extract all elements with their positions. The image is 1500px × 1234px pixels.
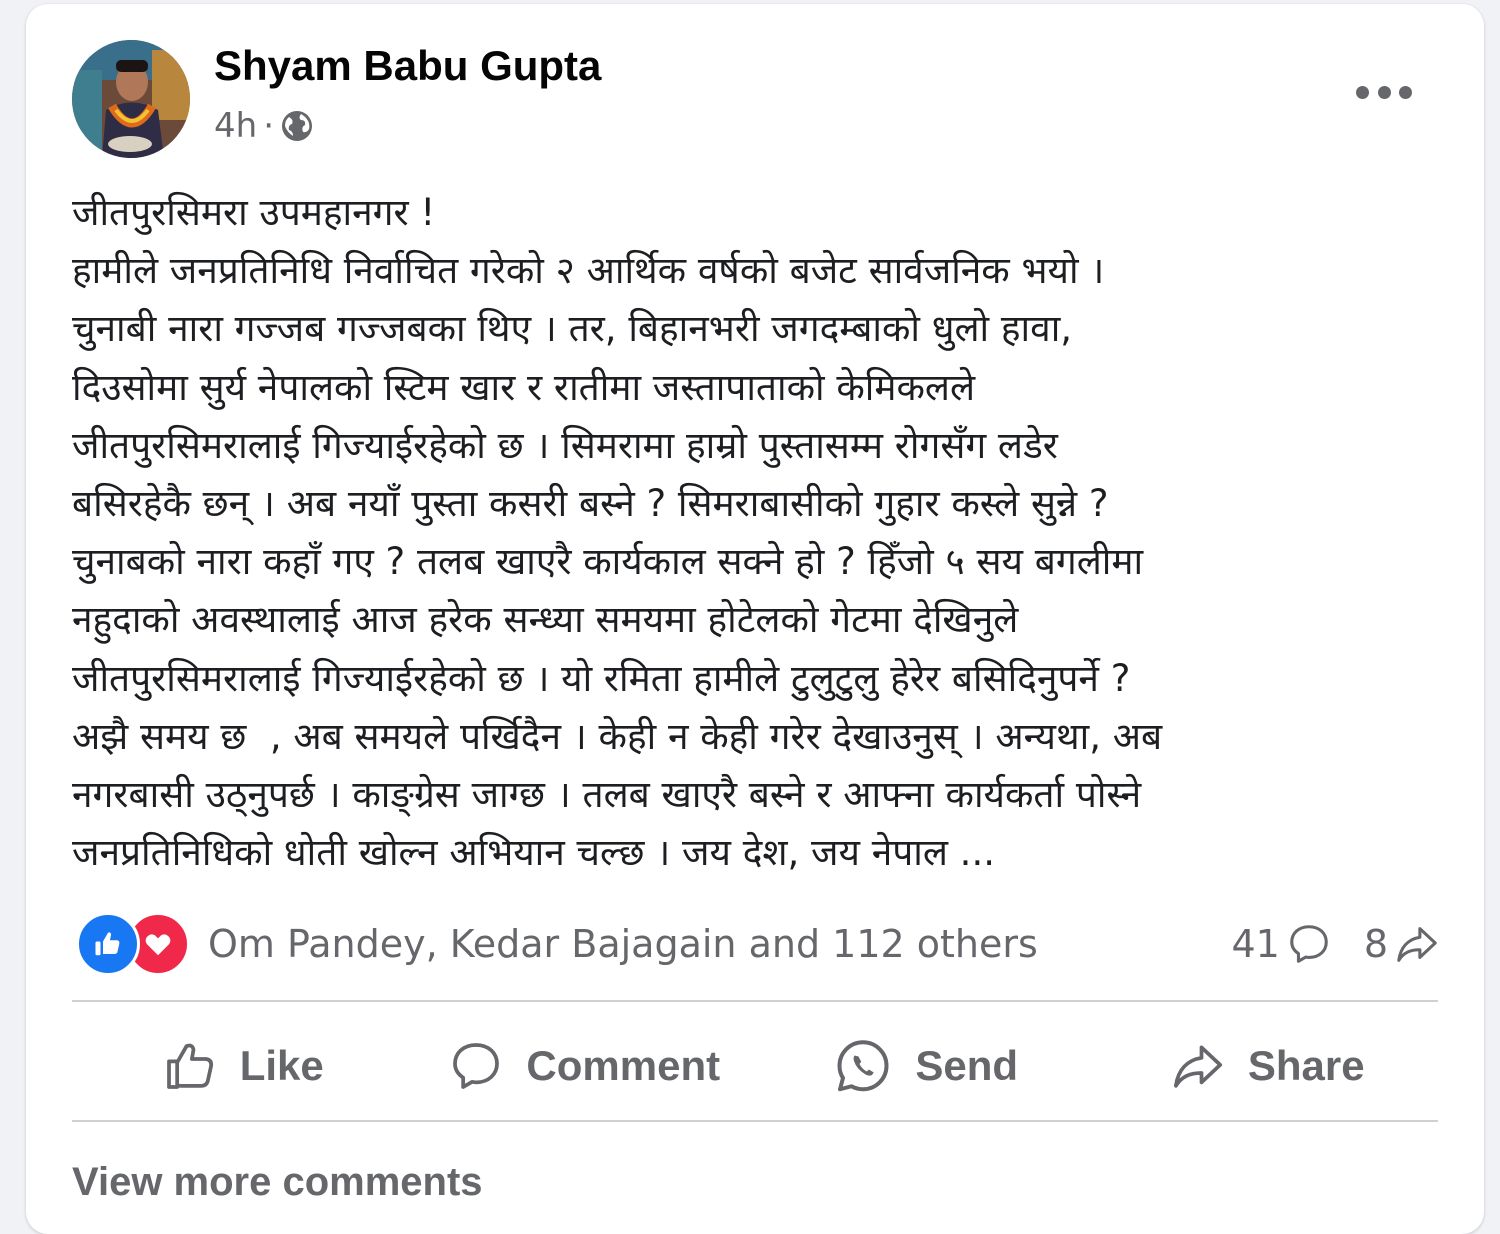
send-button[interactable]: Send <box>755 1036 1097 1096</box>
post-card: Shyam Babu Gupta 4h · जीतपुरसिमरा उपमहान… <box>26 4 1484 1234</box>
shares-count-group[interactable]: 8 <box>1364 921 1440 967</box>
meta-separator: · <box>263 106 274 146</box>
more-options-icon[interactable] <box>1356 72 1412 112</box>
engagement-counts: 41 8 <box>1231 914 1440 974</box>
post-meta: 4h · <box>214 106 314 146</box>
divider-bottom <box>72 1120 1438 1122</box>
divider-top <box>72 1000 1438 1002</box>
like-reaction-icon <box>76 912 140 976</box>
view-more-comments-link[interactable]: View more comments <box>72 1160 483 1205</box>
like-button[interactable]: Like <box>72 1038 414 1094</box>
post-text: जीतपुरसिमरा उपमहानगर ! हामीले जनप्रतिनिध… <box>72 191 1163 875</box>
avatar-photo <box>72 40 190 158</box>
avatar[interactable] <box>72 40 190 158</box>
shares-count: 8 <box>1363 922 1388 966</box>
reactors-text[interactable]: Om Pandey, Kedar Bajagain and 112 others <box>208 922 1038 966</box>
post-time[interactable]: 4h <box>214 106 257 146</box>
reactions-summary[interactable]: Om Pandey, Kedar Bajagain and 112 others <box>76 912 1038 976</box>
action-bar: Like Comment Send Share <box>72 1014 1438 1118</box>
comments-count: 41 <box>1231 922 1280 966</box>
comment-bubble-icon <box>453 1043 500 1089</box>
whatsapp-icon <box>837 1040 889 1092</box>
comments-count-group[interactable]: 41 <box>1231 921 1331 967</box>
comment-label: Comment <box>526 1042 721 1089</box>
thumbs-up-icon <box>166 1043 213 1089</box>
comment-icon <box>1290 925 1328 963</box>
author-name[interactable]: Shyam Babu Gupta <box>214 42 601 90</box>
like-label: Like <box>239 1042 324 1089</box>
send-label: Send <box>915 1042 1019 1089</box>
globe-icon[interactable] <box>280 109 314 143</box>
share-arrow-icon <box>1173 1045 1222 1088</box>
share-label: Share <box>1247 1042 1365 1089</box>
share-icon <box>1397 927 1437 962</box>
share-button[interactable]: Share <box>1097 1038 1439 1094</box>
comment-button[interactable]: Comment <box>414 1038 756 1094</box>
